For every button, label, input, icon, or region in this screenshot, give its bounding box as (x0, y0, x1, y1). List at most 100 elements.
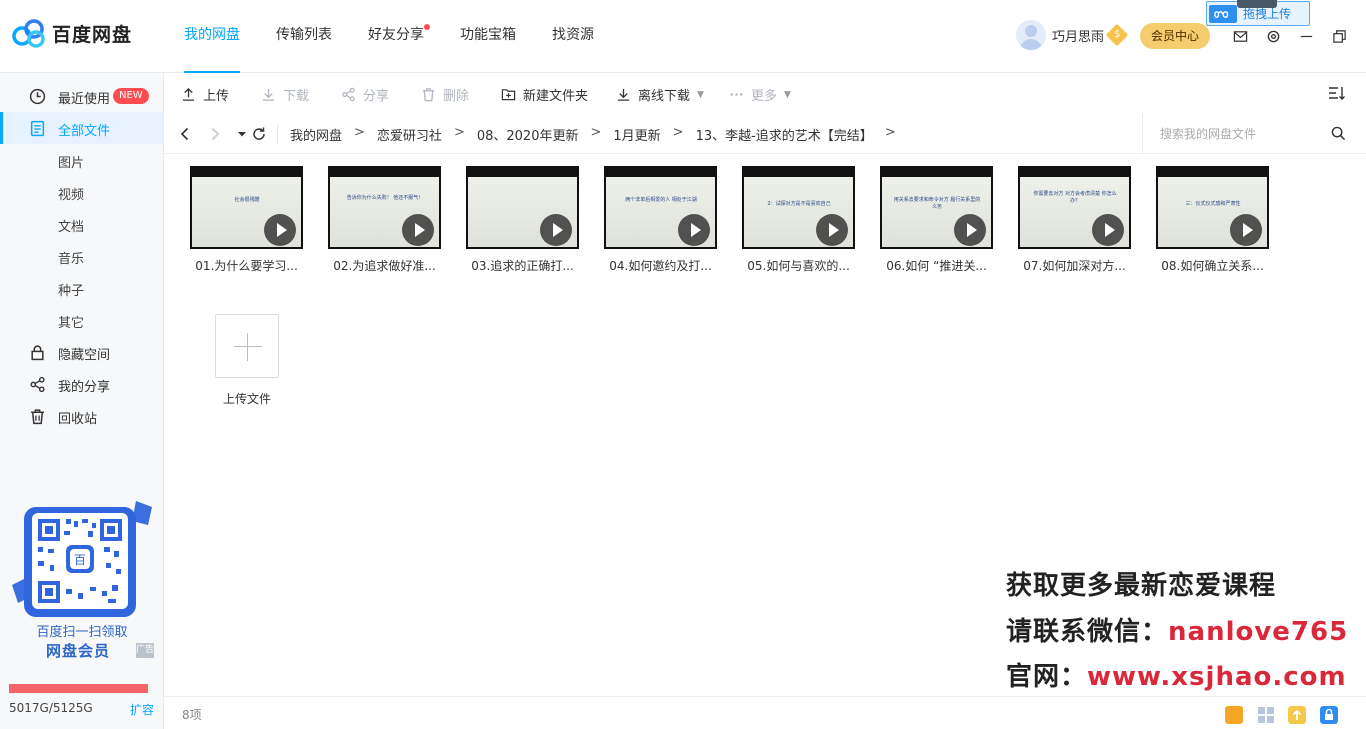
file-item[interactable]: 告诉你为什么失败！ 他还不服气！ 02.为追求做好准... (328, 166, 442, 278)
sidebar-item-images[interactable]: 图片 (0, 144, 163, 176)
file-name[interactable]: 01.为什么要学习... (186, 257, 307, 274)
vip-diamond-icon[interactable]: $ (1105, 23, 1129, 47)
file-name[interactable]: 04.如何邀约及打... (600, 257, 721, 274)
new-folder-button[interactable]: 新建文件夹 (501, 85, 588, 104)
delete-button[interactable]: 删除 (421, 85, 469, 104)
sidebar-item-my-shares[interactable]: 我的分享 (0, 368, 163, 400)
upload-button[interactable]: 上传 (181, 85, 229, 104)
download-button[interactable]: 下载 (261, 85, 309, 104)
user-profile[interactable]: 巧月思雨 $ (1016, 20, 1129, 50)
sidebar-item-recent[interactable]: 最近使用 NEW (0, 80, 163, 112)
sidebar-item-recycle-bin[interactable]: 回收站 (0, 400, 163, 432)
file-name[interactable]: 05.如何与喜欢的... (738, 257, 859, 274)
item-count: 8项 (182, 708, 202, 722)
play-icon[interactable] (954, 214, 986, 246)
file-name[interactable]: 06.如何 “推进关... (876, 257, 997, 274)
drag-handle[interactable] (1237, 0, 1277, 8)
new-folder-icon (501, 89, 516, 101)
username[interactable]: 巧月思雨 (1052, 26, 1104, 45)
file-name[interactable]: 07.如何加深对方... (1014, 257, 1135, 274)
file-item[interactable]: 用关系去要求和命令对方 履行关系里的义务 06.如何 “推进关... (880, 166, 994, 278)
sidebar-item-label: 视频 (58, 188, 85, 203)
play-icon[interactable] (402, 214, 434, 246)
close-icon[interactable] (1362, 26, 1366, 46)
play-icon[interactable] (678, 214, 710, 246)
nav-label: 好友分享 (368, 27, 424, 43)
forward-icon[interactable] (207, 126, 223, 142)
breadcrumb-item[interactable]: 13、李越-追求的艺术【完结】 (696, 125, 873, 144)
upload-label: 上传 (203, 89, 230, 104)
mail-icon[interactable] (1230, 26, 1250, 46)
play-icon[interactable] (264, 214, 296, 246)
nav-find-resources[interactable]: 找资源 (534, 0, 612, 73)
restore-icon[interactable] (1329, 26, 1349, 46)
promo-website-prefix: 官网： (1006, 662, 1088, 692)
more-icon (730, 93, 743, 96)
sidebar-item-label: 我的分享 (58, 380, 111, 395)
refresh-icon[interactable] (251, 126, 267, 142)
thumb-caption: 告诉你为什么失败！ 他还不服气！ (346, 195, 424, 201)
breadcrumb-item[interactable]: 恋爱研习社 (377, 125, 442, 144)
expand-storage-link[interactable]: 扩容 (130, 701, 154, 718)
minimize-icon[interactable] (1296, 26, 1316, 46)
lock-icon[interactable] (1320, 706, 1338, 724)
apps-grid-icon[interactable] (1257, 706, 1275, 724)
settings-icon[interactable] (1263, 26, 1283, 46)
trash-icon (422, 88, 435, 102)
file-item[interactable]: 两个非单后相爱的人 相处于江湖 04.如何邀约及打... (604, 166, 718, 278)
sidebar-item-label: 文档 (58, 220, 85, 235)
video-thumbnail (466, 166, 579, 249)
play-icon[interactable] (540, 214, 572, 246)
breadcrumb-item[interactable]: 我的网盘 (290, 125, 342, 144)
video-thumbnail: 告诉你为什么失败！ 他还不服气！ (328, 166, 441, 249)
breadcrumb-separator: > (590, 125, 602, 140)
file-item[interactable]: 三：仪式仪式感和严肃性 08.如何确立关系... (1156, 166, 1270, 278)
upload-arrow-icon[interactable] (1288, 706, 1306, 724)
video-thumbnail: 三：仪式仪式感和严肃性 (1156, 166, 1269, 249)
file-icon (30, 120, 45, 137)
sidebar-item-label: 图片 (58, 156, 85, 171)
nav-label: 传输列表 (276, 27, 332, 43)
search-input[interactable] (1160, 124, 1330, 144)
share-button[interactable]: 分享 (341, 85, 389, 104)
upload-file-label[interactable]: 上传文件 (207, 390, 287, 407)
file-item[interactable]: 你需要去对方 对方会考虑清楚 你怎么办？ 07.如何加深对方... (1018, 166, 1132, 278)
sort-icon[interactable] (1328, 85, 1346, 101)
sidebar-item-others[interactable]: 其它 (0, 304, 163, 336)
sidebar-item-videos[interactable]: 视频 (0, 176, 163, 208)
file-name[interactable]: 08.如何确立关系... (1152, 257, 1273, 274)
avatar[interactable] (1016, 20, 1046, 50)
play-icon[interactable] (1092, 214, 1124, 246)
nav-friend-share[interactable]: 好友分享 (350, 0, 442, 73)
promo-website-url: www.xsjhao.com (1087, 662, 1347, 692)
file-name[interactable]: 03.追求的正确打... (462, 257, 583, 274)
file-name[interactable]: 02.为追求做好准... (324, 257, 445, 274)
breadcrumb-item[interactable]: 08、2020年更新 (477, 125, 579, 144)
sidebar-item-hidden-space[interactable]: 隐藏空间 (0, 336, 163, 368)
nav-transfer-list[interactable]: 传输列表 (258, 0, 350, 73)
app-logo[interactable]: 百度网盘 (12, 18, 132, 48)
more-button[interactable]: 更多 ▼ (729, 85, 791, 104)
sidebar-item-all-files[interactable]: 全部文件 (0, 112, 163, 144)
drag-upload-widget[interactable]: 拖拽上传 (1206, 0, 1310, 26)
play-icon[interactable] (816, 214, 848, 246)
sidebar-item-music[interactable]: 音乐 (0, 240, 163, 272)
file-item[interactable]: 2：试探对方是不是喜欢自己 05.如何与喜欢的... (742, 166, 856, 278)
nav-my-netdisk[interactable]: 我的网盘 (166, 0, 258, 73)
file-item[interactable]: 03.追求的正确打... (466, 166, 580, 278)
member-center-button[interactable]: 会员中心 (1140, 23, 1210, 49)
sidebar-item-documents[interactable]: 文档 (0, 208, 163, 240)
back-icon[interactable] (177, 126, 193, 142)
sidebar-item-torrents[interactable]: 种子 (0, 272, 163, 304)
medal-icon[interactable] (1225, 706, 1243, 724)
search-icon[interactable] (1331, 126, 1346, 141)
breadcrumb-item[interactable]: 1月更新 (613, 125, 660, 144)
play-icon[interactable] (1230, 214, 1262, 246)
thumb-caption: 2：试探对方是不是喜欢自己 (767, 201, 831, 207)
offline-download-button[interactable]: 离线下载 ▼ (616, 85, 704, 104)
history-dropdown-icon[interactable] (234, 126, 250, 142)
file-item[interactable]: 社会很残酷 01.为什么要学习... (190, 166, 304, 278)
trash-icon (31, 409, 44, 425)
nav-toolbox[interactable]: 功能宝箱 (442, 0, 534, 73)
upload-file-tile[interactable] (215, 314, 279, 378)
